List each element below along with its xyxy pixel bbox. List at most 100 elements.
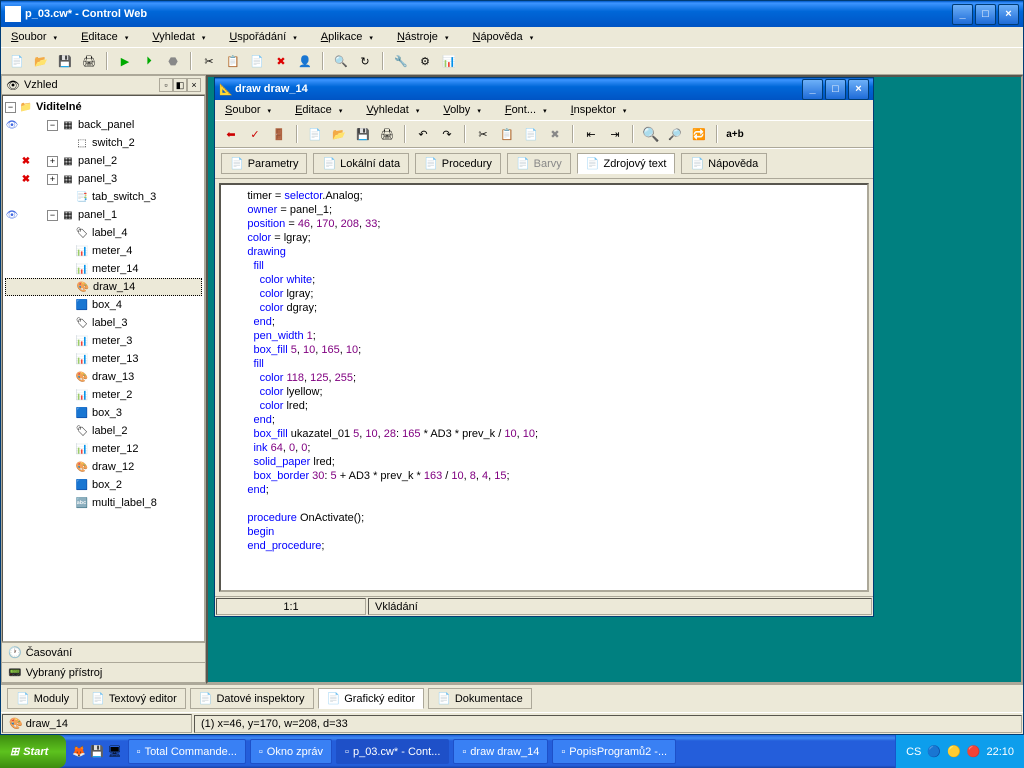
user-icon[interactable]: 👤 [295, 51, 315, 71]
menu-nástroje[interactable]: Nástroje ▾ [393, 29, 457, 45]
open-icon[interactable]: 📂 [31, 51, 51, 71]
selected-row[interactable]: 📟Vybraný přístroj [2, 663, 205, 683]
tree-item-back_panel[interactable]: 👁−▦back_panel [5, 116, 202, 134]
task-2[interactable]: ▫p_03.cw* - Cont... [336, 739, 449, 764]
menu-aplikace[interactable]: Aplikace ▾ [317, 29, 381, 45]
stop-icon[interactable]: ⬣ [163, 51, 183, 71]
print-icon[interactable]: 🖨 [79, 51, 99, 71]
menu-nápověda[interactable]: Nápověda ▾ [468, 29, 541, 45]
ct-replace-icon[interactable]: 🔁 [689, 124, 709, 144]
tab-nápověda[interactable]: 📄Nápověda [681, 153, 767, 174]
btab-grafický-editor[interactable]: 📄Grafický editor [318, 688, 425, 709]
minimize-button[interactable]: _ [952, 4, 973, 25]
maximize-button[interactable]: □ [975, 4, 996, 25]
tab-zdrojový-text[interactable]: 📄Zdrojový text [577, 153, 676, 174]
menu-soubor[interactable]: Soubor ▾ [7, 29, 65, 45]
task-1[interactable]: ▫Okno zpráv [250, 739, 332, 764]
ct-copy-icon[interactable]: 📋 [497, 124, 517, 144]
child-close[interactable]: × [848, 79, 869, 100]
tree-item-draw_13[interactable]: 🎨draw_13 [5, 368, 202, 386]
tray2-icon[interactable]: 🟡 [947, 745, 961, 758]
tray3-icon[interactable]: 🔴 [967, 745, 981, 758]
btab-dokumentace[interactable]: 📄Dokumentace [428, 688, 532, 709]
tree-item-draw_14[interactable]: 🎨draw_14 [5, 278, 202, 296]
tree-toggle[interactable]: − [5, 102, 16, 113]
tree-item-label_4[interactable]: 🏷label_4 [5, 224, 202, 242]
tree-item-panel_1[interactable]: 👁−▦panel_1 [5, 206, 202, 224]
tab-barvy[interactable]: 📄Barvy [507, 153, 571, 174]
tree-item-switch_2[interactable]: ⬚switch_2 [5, 134, 202, 152]
close-button[interactable]: × [998, 4, 1019, 25]
zoom-icon[interactable]: 🔍 [331, 51, 351, 71]
delete-icon[interactable]: ✖ [271, 51, 291, 71]
ct-check-icon[interactable]: ✓ [245, 124, 265, 144]
run-icon[interactable]: ▶ [115, 51, 135, 71]
ct-open-icon[interactable]: 📂 [329, 124, 349, 144]
tree-item-multi_label_8[interactable]: 🔤multi_label_8 [5, 494, 202, 512]
tree-item-box_2[interactable]: 🟦box_2 [5, 476, 202, 494]
tree-item-meter_13[interactable]: 📊meter_13 [5, 350, 202, 368]
cmenu-inspektor[interactable]: Inspektor ▾ [567, 102, 635, 118]
menu-editace[interactable]: Editace ▾ [77, 29, 136, 45]
copy-icon[interactable]: 📋 [223, 51, 243, 71]
ct-redo-icon[interactable]: ↷ [437, 124, 457, 144]
tab-lokální-data[interactable]: 📄Lokální data [313, 153, 409, 174]
cmenu-volby[interactable]: Volby ▾ [439, 102, 489, 118]
tree-item-meter_14[interactable]: 📊meter_14 [5, 260, 202, 278]
quick2-icon[interactable]: 💾 [90, 745, 104, 758]
panel-btn-1[interactable]: ▫ [159, 78, 173, 92]
btab-moduly[interactable]: 📄Moduly [7, 688, 78, 709]
menu-vyhledat[interactable]: Vyhledat ▾ [148, 29, 213, 45]
tool1-icon[interactable]: 🔧 [391, 51, 411, 71]
task-3[interactable]: ▫draw draw_14 [453, 739, 548, 764]
cmenu-vyhledat[interactable]: Vyhledat ▾ [362, 102, 427, 118]
ct-findnext-icon[interactable]: 🔎 [665, 124, 685, 144]
cut-icon[interactable]: ✂ [199, 51, 219, 71]
quick3-icon[interactable]: 🖥 [108, 745, 122, 758]
btab-datové-inspektory[interactable]: 📄Datové inspektory [190, 688, 314, 709]
btab-textový-editor[interactable]: 📄Textový editor [82, 688, 186, 709]
tree-view[interactable]: −📁Viditelné👁−▦back_panel⬚switch_2✖+▦pane… [2, 95, 205, 642]
menu-uspořádání[interactable]: Uspořádání ▾ [225, 29, 304, 45]
panel-btn-2[interactable]: ◧ [173, 78, 187, 92]
tree-item-panel_2[interactable]: ✖+▦panel_2 [5, 152, 202, 170]
tree-item-panel_3[interactable]: ✖+▦panel_3 [5, 170, 202, 188]
tree-item-box_4[interactable]: 🟦box_4 [5, 296, 202, 314]
timing-row[interactable]: 🕐Časování [2, 643, 205, 663]
child-maximize[interactable]: □ [825, 79, 846, 100]
ct-outdent-icon[interactable]: ⇥ [605, 124, 625, 144]
task-4[interactable]: ▫PopisProgramů2 -... [552, 739, 676, 764]
tool3-icon[interactable]: 📊 [439, 51, 459, 71]
toggle-icon[interactable]: + [47, 156, 58, 167]
panel-close[interactable]: × [187, 78, 201, 92]
tab-procedury[interactable]: 📄Procedury [415, 153, 501, 174]
ct-indent-icon[interactable]: ⇤ [581, 124, 601, 144]
ct-exit-icon[interactable]: ⬅ [221, 124, 241, 144]
tree-item-tab_switch_3[interactable]: 📑tab_switch_3 [5, 188, 202, 206]
start-button[interactable]: ⊞ Start [0, 735, 66, 768]
cmenu-editace[interactable]: Editace ▾ [291, 102, 350, 118]
tree-item-draw_12[interactable]: 🎨draw_12 [5, 458, 202, 476]
new-icon[interactable]: 📄 [7, 51, 27, 71]
tree-item-meter_12[interactable]: 📊meter_12 [5, 440, 202, 458]
toggle-icon[interactable]: − [47, 210, 58, 221]
tool2-icon[interactable]: ⚙ [415, 51, 435, 71]
cmenu-font[interactable]: Font... ▾ [501, 102, 555, 118]
ct-ab-icon[interactable]: a+b [725, 124, 745, 144]
run2-icon[interactable]: ⏵ [139, 51, 159, 71]
child-minimize[interactable]: _ [802, 79, 823, 100]
ct-door-icon[interactable]: 🚪 [269, 124, 289, 144]
toggle-icon[interactable]: − [47, 120, 58, 131]
ct-save-icon[interactable]: 💾 [353, 124, 373, 144]
clock[interactable]: 22:10 [986, 746, 1014, 758]
ct-undo-icon[interactable]: ↶ [413, 124, 433, 144]
code-editor[interactable]: timer = selector.Analog; owner = panel_1… [219, 183, 869, 592]
task-0[interactable]: ▫Total Commande... [128, 739, 246, 764]
tree-item-label_2[interactable]: 🏷label_2 [5, 422, 202, 440]
tree-item-label_3[interactable]: 🏷label_3 [5, 314, 202, 332]
tree-item-meter_4[interactable]: 📊meter_4 [5, 242, 202, 260]
refresh-icon[interactable]: ↻ [355, 51, 375, 71]
ct-new-icon[interactable]: 📄 [305, 124, 325, 144]
save-icon[interactable]: 💾 [55, 51, 75, 71]
tray1-icon[interactable]: 🔵 [927, 745, 941, 758]
